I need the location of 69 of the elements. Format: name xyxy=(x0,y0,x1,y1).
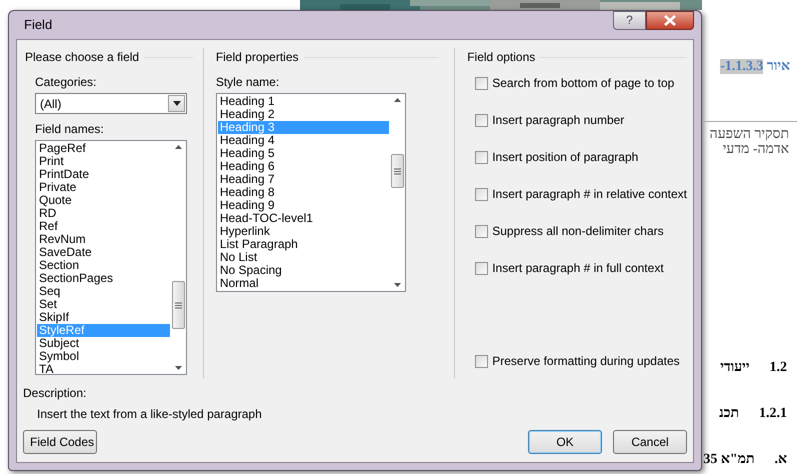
scrollbar-thumb[interactable] xyxy=(172,281,185,329)
scrollbar-thumb[interactable] xyxy=(390,154,404,188)
list-item[interactable]: No Spacing xyxy=(218,264,389,277)
list-item[interactable]: Heading 8 xyxy=(218,186,389,199)
description-label: Description: xyxy=(23,385,88,402)
list-item[interactable]: Heading 5 xyxy=(218,147,389,160)
help-button[interactable]: ? xyxy=(613,11,646,30)
categories-dropdown[interactable]: (All) xyxy=(35,93,187,114)
list-item[interactable]: Symbol xyxy=(37,350,170,363)
cancel-button[interactable]: Cancel xyxy=(613,430,687,454)
list-item[interactable]: Heading 2 xyxy=(218,108,389,121)
field-codes-button[interactable]: Field Codes xyxy=(23,430,97,454)
list-item[interactable]: SaveDate xyxy=(37,246,170,259)
checkbox-option[interactable]: Insert paragraph # in relative context xyxy=(475,185,687,203)
checkbox-option[interactable]: Suppress all non-delimiter chars xyxy=(475,222,687,240)
close-icon[interactable] xyxy=(663,15,677,26)
list-item[interactable]: RevNum xyxy=(37,233,170,246)
scroll-up-icon[interactable] xyxy=(394,98,401,102)
list-item[interactable]: No List xyxy=(218,251,389,264)
document-text: תסקיר השפעה xyxy=(708,127,790,142)
list-item[interactable]: Normal xyxy=(218,277,389,290)
heading-number: א. xyxy=(774,451,787,469)
scroll-down-icon[interactable] xyxy=(394,283,401,287)
heading-text: תכנ xyxy=(719,405,739,423)
list-item[interactable]: Heading 1 xyxy=(218,95,389,108)
scroll-up-icon[interactable] xyxy=(175,145,182,149)
checkbox-option[interactable]: Insert paragraph # in full context xyxy=(475,259,687,277)
list-item[interactable]: Heading 9 xyxy=(218,199,389,212)
list-item[interactable]: Print xyxy=(37,155,170,168)
list-item[interactable]: Heading 4 xyxy=(218,134,389,147)
group-heading: Please choose a field xyxy=(25,49,140,66)
list-item[interactable]: PrintDate xyxy=(37,168,170,181)
list-item[interactable]: RD xyxy=(37,207,170,220)
heading-number: 1.2.1 xyxy=(759,405,787,423)
list-item[interactable]: TA xyxy=(37,363,170,376)
list-item[interactable]: List Paragraph xyxy=(218,238,389,251)
list-item[interactable]: Private xyxy=(37,181,170,194)
list-item[interactable]: Set xyxy=(37,298,170,311)
caret-icon[interactable] xyxy=(172,101,180,106)
list-item[interactable]: Ref xyxy=(37,220,170,233)
list-item[interactable]: SkipIf xyxy=(37,311,170,324)
description-text: Insert the text from a like-styled paragraph xyxy=(37,406,263,423)
list-item[interactable]: Heading 6 xyxy=(218,160,389,173)
checkbox-option[interactable]: Insert position of paragraph xyxy=(475,148,687,166)
group-heading: Field options xyxy=(467,49,536,66)
list-item[interactable]: Hyperlink xyxy=(218,225,389,238)
window-title: Field xyxy=(24,16,52,34)
ok-button[interactable]: OK xyxy=(528,430,602,454)
scroll-down-icon[interactable] xyxy=(175,366,182,370)
checkbox-option[interactable]: Preserve formatting during updates xyxy=(475,352,687,370)
field-names-label: Field names: xyxy=(35,121,104,138)
list-item[interactable]: Section xyxy=(37,259,170,272)
document-text: אדמה- מדעי xyxy=(722,142,790,157)
group-heading: Field properties xyxy=(216,49,299,66)
list-item[interactable]: PageRef xyxy=(37,142,170,155)
categories-label: Categories: xyxy=(35,74,96,91)
list-item[interactable]: Quote xyxy=(37,194,170,207)
checkbox-option[interactable]: Search from bottom of page to top xyxy=(475,74,687,92)
style-name-label: Style name: xyxy=(216,74,280,91)
list-item[interactable]: Head-TOC-level1 xyxy=(218,212,389,225)
checkbox-option[interactable]: Insert paragraph number xyxy=(475,111,687,129)
heading-text: תמ"א 35 xyxy=(703,451,754,469)
heading-number: 1.2 xyxy=(770,359,787,377)
list-item[interactable]: Subject xyxy=(37,337,170,350)
list-item[interactable]: Seq xyxy=(37,285,170,298)
heading-text: ייעודי xyxy=(720,359,750,377)
list-item[interactable]: SectionPages xyxy=(37,272,170,285)
close-button[interactable] xyxy=(646,11,694,30)
list-item[interactable]: Heading 7 xyxy=(218,173,389,186)
